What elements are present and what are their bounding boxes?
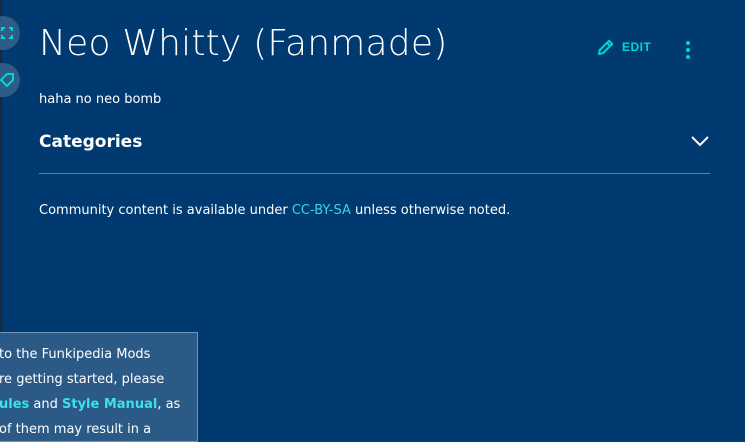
welcome-line-4: of them may result in a bbox=[0, 422, 152, 437]
license-prefix: Community content is available under bbox=[39, 203, 292, 218]
rail-tag-button[interactable] bbox=[0, 63, 20, 97]
welcome-line-3-suffix: , as bbox=[157, 397, 181, 412]
license-suffix: unless otherwise noted. bbox=[350, 203, 511, 218]
pencil-icon bbox=[598, 39, 614, 55]
rules-link[interactable]: ules bbox=[0, 397, 29, 412]
welcome-popup: to the Funkipedia Mods re getting starte… bbox=[0, 332, 198, 442]
tag-icon bbox=[0, 73, 14, 87]
page-content-text: haha no neo bomb bbox=[39, 92, 162, 107]
style-manual-link[interactable]: Style Manual bbox=[62, 397, 157, 412]
more-options-button[interactable] bbox=[680, 38, 696, 62]
license-notice: Community content is available under CC-… bbox=[39, 203, 510, 218]
categories-toggle[interactable]: Categories bbox=[39, 126, 710, 162]
page-title: Neo Whitty (Fanmade) bbox=[39, 23, 448, 64]
edit-label: EDIT bbox=[622, 40, 652, 54]
welcome-line-1: to the Funkipedia Mods bbox=[0, 347, 151, 362]
edit-button[interactable]: EDIT bbox=[596, 37, 651, 57]
expand-icon bbox=[1, 27, 13, 39]
welcome-line-3: ules and Style Manual, as bbox=[0, 397, 180, 412]
more-vertical-icon bbox=[686, 41, 690, 45]
divider bbox=[39, 173, 710, 174]
categories-label: Categories bbox=[39, 132, 143, 152]
rail-expand-button[interactable] bbox=[0, 16, 20, 50]
welcome-line-2: re getting started, please bbox=[0, 372, 165, 387]
welcome-line-3-mid: and bbox=[29, 397, 62, 412]
chevron-down-icon bbox=[691, 136, 709, 147]
license-link[interactable]: CC-BY-SA bbox=[292, 203, 351, 218]
